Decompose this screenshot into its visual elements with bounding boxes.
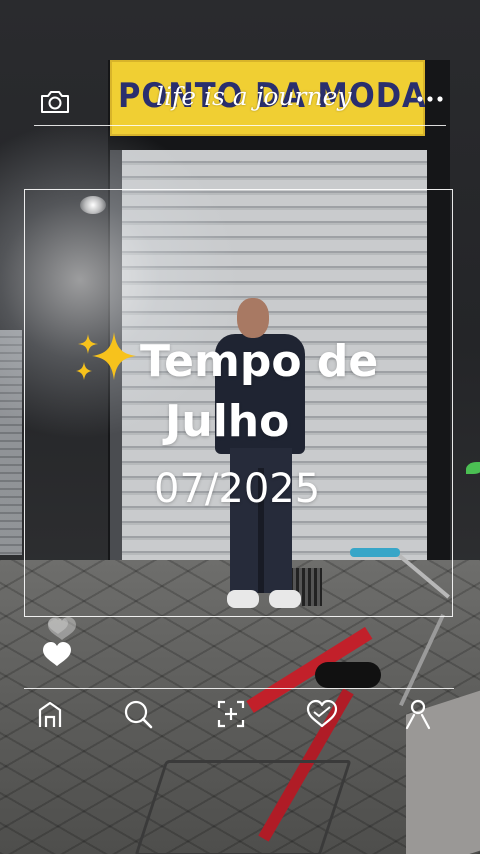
header-divider — [34, 125, 446, 126]
post-date: 07/2025 — [154, 466, 321, 512]
more-button[interactable] — [414, 84, 446, 112]
navbar-divider — [24, 688, 454, 689]
add-icon — [217, 700, 245, 728]
nav-profile-button[interactable] — [398, 694, 438, 734]
title-line-1: Tempo de — [140, 336, 379, 387]
plant-leaf — [466, 462, 480, 474]
sparkles-icon — [76, 332, 136, 380]
camera-icon — [41, 91, 69, 113]
camera-button[interactable] — [38, 88, 72, 116]
like-button[interactable] — [42, 610, 82, 670]
post-title: Tempo de Julho — [70, 328, 450, 452]
nav-search-button[interactable] — [118, 694, 158, 734]
bicycle-rack — [134, 760, 352, 854]
nav-likes-button[interactable] — [302, 694, 342, 734]
bicycle-seat — [315, 662, 381, 688]
heart-icon — [43, 617, 76, 666]
title-line-2: Julho — [165, 396, 290, 447]
tagline: life is a journey — [156, 82, 352, 111]
profile-icon — [405, 699, 431, 730]
bottom-navigation — [24, 694, 454, 740]
home-icon — [38, 701, 62, 727]
heart-icon — [306, 699, 338, 728]
more-dots-icon — [417, 96, 443, 102]
nav-add-button[interactable] — [211, 694, 251, 734]
nav-home-button[interactable] — [30, 694, 70, 734]
search-icon — [124, 700, 153, 729]
